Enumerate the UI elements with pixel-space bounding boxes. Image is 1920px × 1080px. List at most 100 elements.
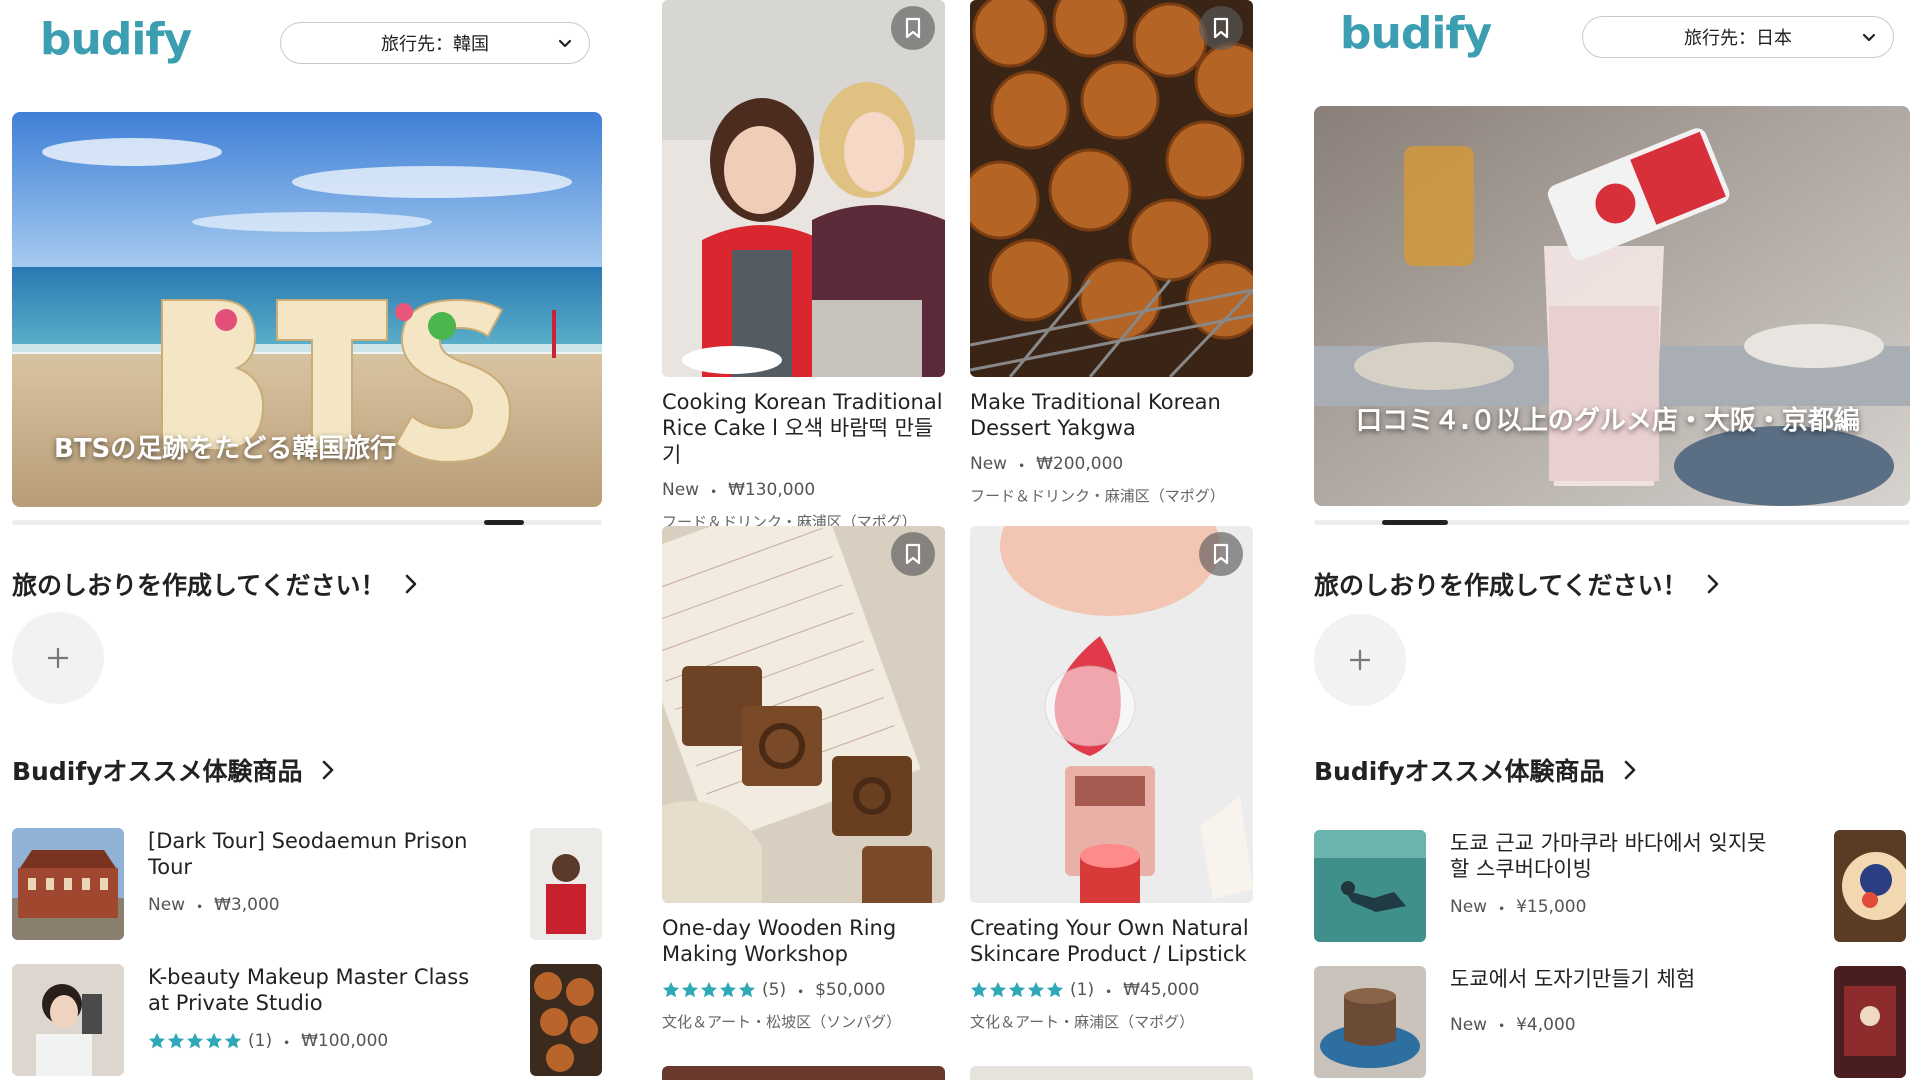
experience-card[interactable]: Creating Your Own Natural Skincare Produ… (970, 526, 1253, 1032)
destination-select[interactable]: 旅行先：韓国 (280, 22, 590, 64)
item-title: 도쿄에서 도자기만들기 체험 (1450, 967, 1696, 991)
destination-value: 旅行先：日本 (1684, 28, 1792, 49)
star-icon (738, 981, 756, 998)
star-icon (167, 1032, 185, 1049)
card-price: ₩200,000 (1036, 454, 1124, 474)
star-icon (970, 981, 988, 998)
star-icon (205, 1032, 223, 1049)
rating-stars (970, 981, 1064, 999)
peek-thumbnail[interactable] (1834, 966, 1906, 1078)
card-category: 文化＆アート・松坡区（ソンパグ） (662, 1012, 902, 1031)
card-category: フード＆ドリンク・麻浦区（マポグ） (970, 486, 1225, 505)
bookmark-button[interactable] (1199, 6, 1243, 50)
card-category: 文化＆アート・麻浦区（マポグ） (970, 1012, 1195, 1031)
rating-stars (662, 981, 756, 999)
rating-stars (148, 1032, 242, 1050)
chevron-down-icon (558, 39, 572, 48)
carousel-thumb (1382, 520, 1448, 525)
peek-thumbnail[interactable] (1834, 830, 1906, 942)
bookmark-button[interactable] (1199, 532, 1243, 576)
budify-logo[interactable]: budify (1340, 8, 1492, 59)
plus-icon (48, 648, 68, 668)
hero-banner[interactable]: BTSの足跡をたどる韓国旅行 (12, 112, 602, 507)
bookmark-button[interactable] (891, 6, 935, 50)
add-itinerary-button[interactable] (1314, 614, 1406, 706)
bookmark-icon (1213, 543, 1229, 565)
card-price: ₩45,000 (1123, 980, 1200, 1000)
hero-image (1314, 106, 1910, 506)
list-item[interactable]: 도쿄에서 도자기만들기 체험 New ・ ¥4,000 (1314, 966, 1780, 1078)
chevron-down-icon (1862, 33, 1876, 42)
separator: ・ (705, 482, 723, 503)
itinerary-title: 旅のしおりを作成してください！ (1314, 571, 1688, 600)
destination-value: 旅行先：韓国 (381, 34, 489, 55)
star-icon (719, 981, 737, 998)
item-price: ₩3,000 (214, 895, 280, 915)
carousel-indicator (12, 520, 602, 525)
card-title: Make Traditional Korean Dessert Yakgwa (970, 390, 1221, 441)
star-icon (700, 981, 718, 998)
item-price: ¥4,000 (1516, 1014, 1576, 1035)
next-card-peek[interactable] (970, 1066, 1253, 1080)
budify-logo[interactable]: budify (40, 14, 192, 65)
card-title: Cooking Korean Traditional Rice Cake l 오… (662, 390, 943, 467)
itinerary-title: 旅のしおりを作成してください！ (12, 571, 386, 600)
experience-card[interactable]: One-day Wooden Ring Making Workshop (5) ・… (662, 526, 945, 1032)
itinerary-header[interactable]: 旅のしおりを作成してください！ (1314, 566, 1722, 602)
thumbnail-image (1314, 830, 1426, 942)
separator: ・ (191, 897, 209, 918)
add-itinerary-button[interactable] (12, 612, 104, 704)
card-price: ₩130,000 (728, 480, 816, 501)
hero-banner[interactable]: 口コミ４.０以上のグルメ店・大阪・京都編 (1314, 106, 1910, 506)
card-image (970, 526, 1253, 903)
review-count: (1) (1070, 980, 1095, 1000)
peek-thumbnail[interactable] (530, 964, 602, 1076)
chevron-right-icon (322, 760, 333, 780)
destination-select[interactable]: 旅行先：日本 (1582, 16, 1894, 58)
separator: ・ (792, 982, 810, 1003)
item-title: K-beauty Makeup Master Class at Private … (148, 965, 470, 1016)
card-image (662, 526, 945, 903)
logo-text: budify (1340, 8, 1492, 59)
recommend-header[interactable]: Budifyオススメ体験商品 (1314, 752, 1639, 788)
review-count: (5) (762, 980, 787, 1000)
experience-card[interactable]: Make Traditional Korean Dessert Yakgwa N… (970, 0, 1253, 506)
star-icon (148, 1032, 166, 1049)
bookmark-icon (905, 543, 921, 565)
recommend-title: Budifyオススメ体験商品 (12, 757, 303, 786)
new-badge: New (1450, 897, 1488, 917)
star-icon (1046, 981, 1064, 998)
bookmark-button[interactable] (891, 532, 935, 576)
hero-caption: BTSの足跡をたどる韓国旅行 (54, 434, 397, 464)
korea-home-screen: budify 旅行先：韓国 BTSの足跡をたどる韓国旅行 旅のしおりを作成してく… (0, 0, 620, 1080)
list-item[interactable]: [Dark Tour] Seodaemun Prison Tour New ・ ₩… (12, 828, 478, 940)
experience-card[interactable]: Cooking Korean Traditional Rice Cake l 오… (662, 0, 945, 532)
next-card-peek[interactable] (662, 1066, 945, 1080)
new-badge: New (662, 480, 700, 501)
item-price: ¥15,000 (1516, 897, 1587, 917)
experience-grid-screen: Cooking Korean Traditional Rice Cake l 오… (650, 0, 1270, 1080)
separator: ・ (1493, 1017, 1511, 1038)
star-icon (1027, 981, 1045, 998)
logo-text: budify (40, 14, 192, 65)
recommend-header[interactable]: Budifyオススメ体験商品 (12, 752, 337, 788)
card-image (662, 0, 945, 377)
star-icon (1008, 981, 1026, 998)
itinerary-header[interactable]: 旅のしおりを作成してください！ (12, 566, 420, 602)
star-icon (224, 1032, 242, 1049)
peek-thumbnail[interactable] (530, 828, 602, 940)
recommend-title: Budifyオススメ体験商品 (1314, 757, 1605, 786)
card-price: $50,000 (815, 980, 886, 1000)
carousel-thumb (484, 520, 524, 525)
separator: ・ (1493, 899, 1511, 920)
chevron-right-icon (405, 574, 416, 594)
thumbnail-image (1314, 966, 1426, 1078)
star-icon (186, 1032, 204, 1049)
star-icon (989, 981, 1007, 998)
list-item[interactable]: 도쿄 근교 가마쿠라 바다에서 잊지못할 스쿠버다이빙 New ・ ¥15,000 (1314, 830, 1780, 942)
star-icon (662, 981, 680, 998)
thumbnail-image (12, 828, 124, 940)
card-title: Creating Your Own Natural Skincare Produ… (970, 916, 1249, 967)
list-item[interactable]: K-beauty Makeup Master Class at Private … (12, 964, 478, 1076)
chevron-right-icon (1624, 760, 1635, 780)
